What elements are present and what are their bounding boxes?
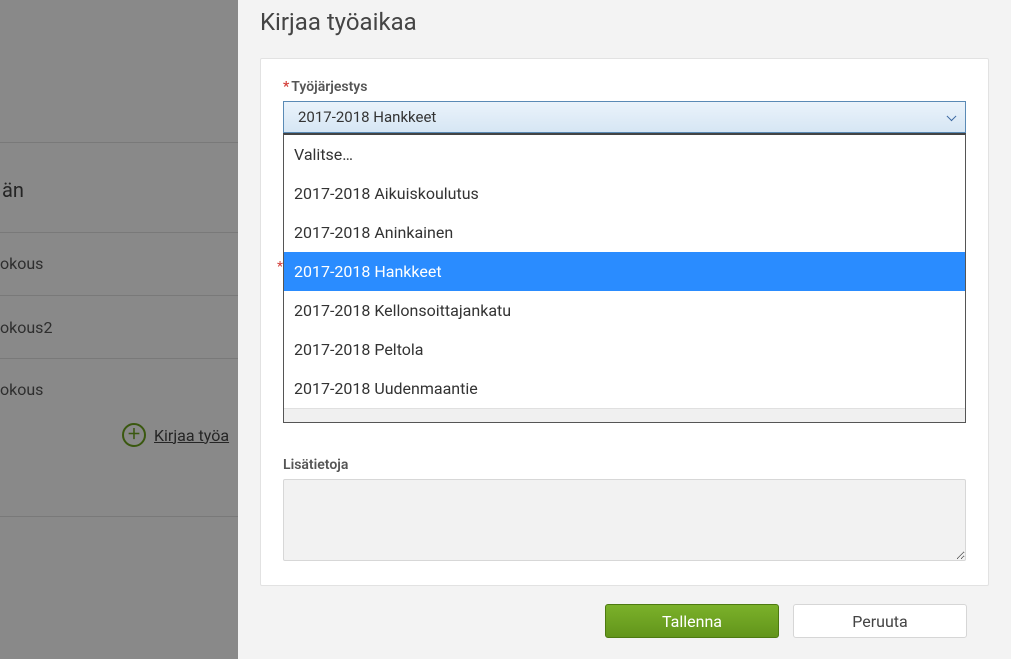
save-button[interactable]: Tallenna — [605, 604, 779, 638]
order-select-display[interactable]: 2017-2018 Hankkeet — [283, 101, 966, 133]
select-option[interactable]: 2017-2018 Uudenmaantie — [284, 369, 965, 408]
button-bar: Tallenna Peruuta — [260, 604, 989, 642]
details-label: Lisätietoja — [283, 457, 966, 473]
details-field: Lisätietoja — [283, 457, 966, 565]
details-textarea[interactable] — [283, 479, 966, 561]
select-option[interactable]: 2017-2018 Kellonsoittajankatu — [284, 291, 965, 330]
order-select[interactable]: 2017-2018 Hankkeet Valitse… 2017-2018 Ai… — [283, 101, 966, 133]
dropdown-scroll-foot — [284, 408, 965, 422]
cancel-button[interactable]: Peruuta — [793, 604, 967, 638]
order-field: *Työjärjestys 2017-2018 Hankkeet Valitse… — [283, 79, 966, 133]
select-option[interactable]: 2017-2018 Aninkainen — [284, 213, 965, 252]
select-option[interactable]: 2017-2018 Aikuiskoulutus — [284, 174, 965, 213]
select-option[interactable]: 2017-2018 Hankkeet — [284, 252, 965, 291]
select-option[interactable]: 2017-2018 Peltola — [284, 330, 965, 369]
modal-panel: Kirjaa työaikaa *Työjärjestys 2017-2018 … — [238, 0, 1011, 659]
order-select-dropdown[interactable]: Valitse… 2017-2018 Aikuiskoulutus 2017-2… — [283, 133, 966, 423]
form-card: *Työjärjestys 2017-2018 Hankkeet Valitse… — [260, 58, 989, 586]
select-option[interactable]: Valitse… — [284, 135, 965, 174]
order-label: *Työjärjestys — [283, 79, 966, 95]
order-label-text: Työjärjestys — [291, 79, 367, 95]
modal-title: Kirjaa työaikaa — [260, 8, 989, 36]
